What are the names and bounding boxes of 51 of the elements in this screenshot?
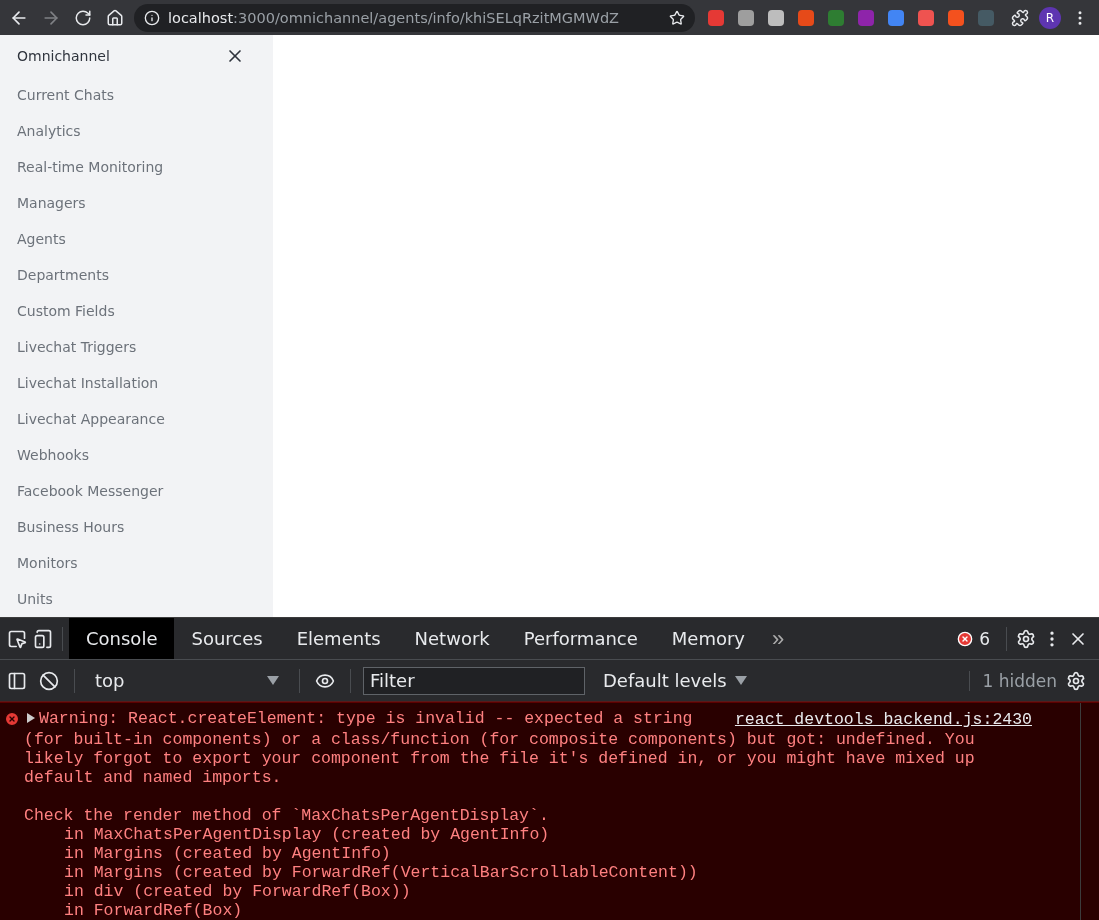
stack-trace-line: in MaxChatsPerAgentDisplay (created by AgentInfo) [64, 825, 551, 844]
sidebar-item[interactable]: Webhooks [0, 437, 273, 473]
sidebar-item[interactable]: Managers [0, 185, 273, 221]
sidebar-item[interactable]: Livechat Triggers [0, 329, 273, 365]
sidebar-item[interactable]: Analytics [0, 113, 273, 149]
extension-icon[interactable] [738, 9, 754, 26]
profile-avatar[interactable]: R [1039, 6, 1061, 29]
stack-trace-line: in Margins (created by AgentInfo) [64, 844, 392, 863]
context-dropdown[interactable]: top [87, 670, 287, 691]
sidebar-item[interactable]: Monitors [0, 545, 273, 581]
bookmark-star-icon[interactable] [669, 9, 685, 26]
sidebar-item[interactable]: Livechat Installation [0, 365, 273, 401]
sidebar-item[interactable]: Facebook Messenger [0, 473, 273, 509]
devtools-tab[interactable]: Network [397, 618, 507, 659]
sidebar-item[interactable]: Custom Fields [0, 293, 273, 329]
devtools-tab[interactable]: Elements [279, 618, 398, 659]
extension-icon[interactable] [708, 9, 724, 26]
extension-icon[interactable] [918, 9, 934, 26]
error-message: (for built-in components) or a class/function (for composite components) but got: undefined. You likely forgot to export your component from the file it's defined in, or you might have mixed up default and named imports. [24, 730, 976, 787]
error-summary: Warning: React.createElement: type is invalid -- expected a string [39, 709, 693, 730]
more-tabs-button[interactable]: » [762, 625, 795, 652]
sidebar-item[interactable]: Departments [0, 257, 273, 293]
stack-trace-line: in Margins (created by ForwardRef(VerticalBarScrollableContent)) [64, 863, 699, 882]
levels-dropdown[interactable]: Default levels [597, 669, 964, 692]
extension-icon[interactable] [768, 9, 784, 26]
error-icon [957, 630, 974, 647]
error-icon [4, 711, 20, 727]
extension-icon[interactable] [798, 9, 814, 26]
sidebar-item[interactable]: Current Chats [0, 77, 273, 113]
sidebar-item[interactable]: Business Hours [0, 509, 273, 545]
hidden-count: 1 hidden [969, 670, 1057, 691]
devtools-tab[interactable]: Sources [174, 618, 280, 659]
sidebar-item[interactable]: Real-time Monitoring [0, 149, 273, 185]
extension-icon[interactable] [888, 9, 904, 26]
sidebar-item[interactable]: Livechat Appearance [0, 401, 273, 437]
sidebar-item[interactable]: Units [0, 581, 273, 617]
devtools-tab[interactable]: Console [69, 618, 175, 659]
error-count[interactable]: 6 [957, 628, 990, 649]
devtools-tab[interactable]: Performance [506, 618, 655, 659]
expand-caret-icon[interactable] [27, 713, 35, 723]
sidebar-item[interactable]: Agents [0, 221, 273, 257]
source-link[interactable]: react_devtools_backend.js:2430 [734, 709, 1032, 730]
address-bar[interactable]: localhost:3000/omnichannel/agents/info/khiSELqRzitMGMWdZ [134, 3, 695, 32]
info-icon[interactable] [144, 9, 160, 26]
stack-trace-line: in div (created by ForwardRef(Box)) [64, 882, 412, 901]
devtools-tab[interactable]: Memory [654, 618, 763, 659]
filter-field[interactable]: Filter [363, 666, 585, 695]
stack-trace-line: in ForwardRef(Box) [64, 901, 244, 920]
extension-icon[interactable] [948, 9, 964, 26]
sidebar-title: Omnichannel [17, 48, 110, 64]
error-message: Check the render method of `MaxChatsPerAgentDisplay`. [24, 806, 550, 825]
